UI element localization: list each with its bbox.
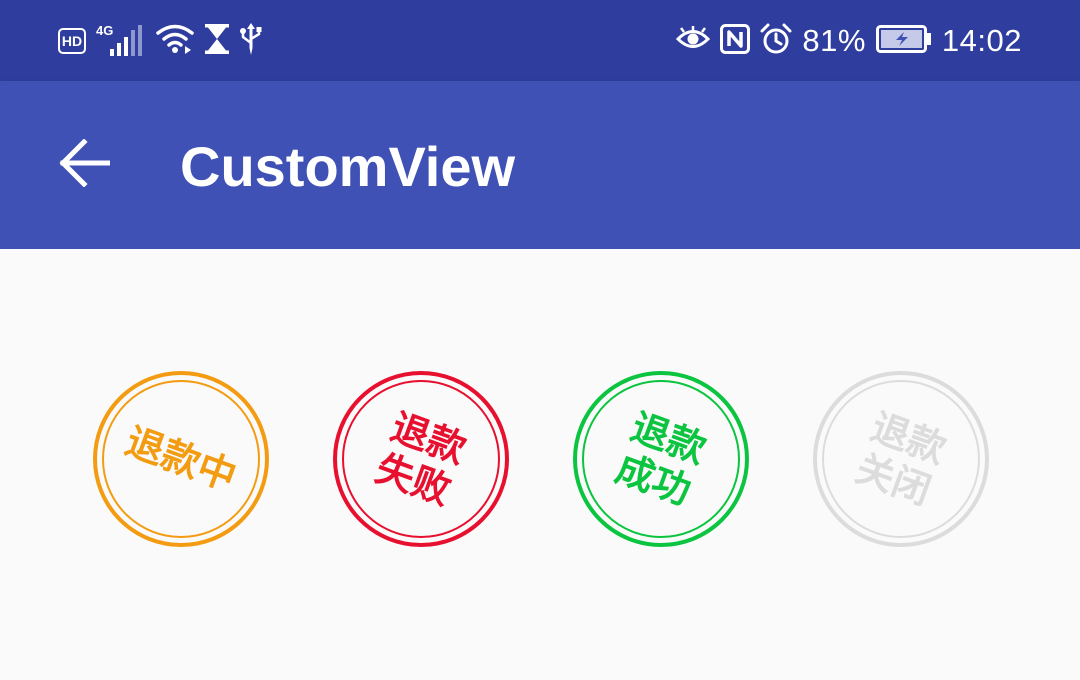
page-title: CustomView — [180, 135, 516, 198]
app-bar: CustomView — [0, 81, 1080, 249]
back-button[interactable] — [40, 125, 128, 205]
status-bar-right: 81% 14:02 — [676, 20, 1022, 62]
usb-icon — [240, 23, 262, 59]
alarm-icon — [760, 23, 792, 59]
battery-charging-icon — [875, 25, 932, 57]
arrow-back-icon — [58, 138, 111, 191]
stamp-refund-failed: 退款 失败 — [333, 371, 509, 547]
hd-icon: HD — [58, 28, 86, 54]
content-area: 退款中 退款 失败 退款 成功 退款 关闭 — [0, 249, 1080, 680]
nfc-icon — [720, 24, 751, 58]
wifi-icon — [156, 24, 194, 58]
signal-icon: 4G — [96, 23, 146, 57]
hd-label: HD — [61, 33, 83, 49]
stamp-refund-success: 退款 成功 — [573, 371, 749, 547]
clock: 14:02 — [941, 23, 1022, 58]
status-bar-left: HD 4G — [58, 20, 262, 62]
stamp-refunding: 退款中 — [93, 371, 269, 547]
stamp-text: 退款 关闭 — [788, 346, 1014, 572]
stamp-text: 退款中 — [68, 346, 294, 572]
hourglass-icon — [204, 24, 230, 58]
stamp-refund-closed: 退款 关闭 — [813, 371, 989, 547]
stamp-text: 退款 失败 — [308, 346, 534, 572]
eye-icon — [676, 26, 711, 56]
battery-percent: 81% — [802, 23, 866, 58]
stamp-text: 退款 成功 — [548, 346, 774, 572]
stamp-line: 退款中 — [119, 418, 243, 500]
status-bar: HD 4G 81% 14:02 — [0, 0, 1080, 81]
